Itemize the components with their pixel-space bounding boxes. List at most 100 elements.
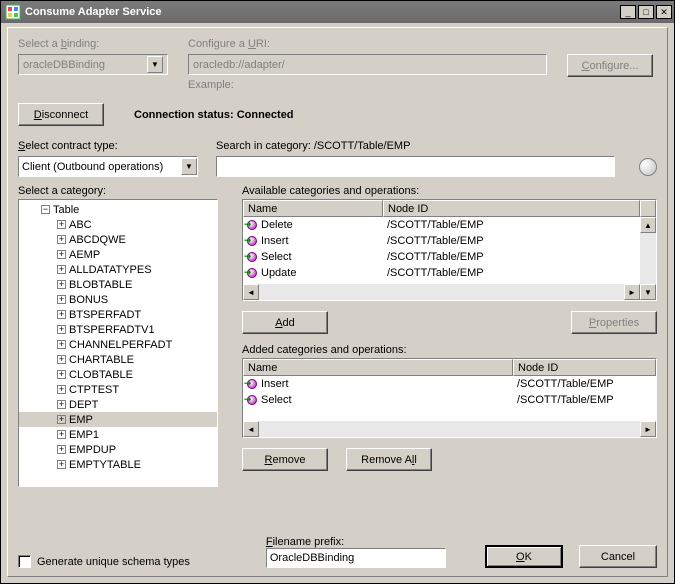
scrollbar-horizontal[interactable]: ◄► [243,421,656,437]
category-tree[interactable]: − Table +ABC +ABCDQWE +AEMP +ALLDATATYPE… [18,199,218,487]
scroll-right-icon[interactable]: ► [624,284,640,300]
select-contract-label: Select contract type: [18,140,198,152]
operation-icon [247,236,257,246]
select-category-label: Select a category: [18,185,218,197]
tree-node[interactable]: +CHARTABLE [19,352,217,367]
uri-input: oracledb://adapter/ [188,54,547,75]
column-header-nodeid[interactable]: Node ID [383,200,640,217]
expand-icon[interactable]: + [57,310,66,319]
generate-unique-checkbox[interactable] [18,555,31,568]
tree-node[interactable]: +ALLDATATYPES [19,262,217,277]
tree-node[interactable]: +CHANNELPERFADT [19,337,217,352]
uri-value: oracledb://adapter/ [193,59,285,71]
column-header-name[interactable]: Name [243,359,513,376]
chevron-down-icon: ▼ [147,56,163,73]
scroll-down-icon[interactable]: ▼ [640,284,656,300]
disconnect-button[interactable]: Disconnect [18,103,104,126]
search-go-button[interactable] [639,158,657,176]
filename-prefix-input[interactable]: OracleDBBinding [266,548,446,568]
tree-node[interactable]: +EMP1 [19,427,217,442]
contract-select[interactable]: Client (Outbound operations) ▼ [18,156,198,177]
tree-node-root[interactable]: − Table [19,202,217,217]
expand-icon[interactable]: + [57,430,66,439]
chevron-down-icon[interactable]: ▼ [181,158,197,175]
tree-node[interactable]: +EMPTYTABLE [19,457,217,472]
added-ops-label: Added categories and operations: [242,344,657,356]
tree-node[interactable]: +EMPDUP [19,442,217,457]
remove-button[interactable]: Remove [242,448,328,471]
list-item[interactable]: Select/SCOTT/Table/EMP [243,249,656,265]
tree-node[interactable]: +ABC [19,217,217,232]
available-ops-label: Available categories and operations: [242,185,657,197]
close-button[interactable]: ✕ [656,5,672,19]
add-button[interactable]: Add [242,311,328,334]
example-label: Example: [188,79,547,91]
available-listview[interactable]: Name Node ID Delete/SCOTT/Table/EMP Inse… [242,199,657,301]
splitter[interactable] [228,185,232,487]
ok-button[interactable]: OK [485,545,563,568]
tree-node[interactable]: +BTSPERFADT [19,307,217,322]
tree-node[interactable]: +BONUS [19,292,217,307]
generate-unique-label: Generate unique schema types [37,556,190,568]
column-header-name[interactable]: Name [243,200,383,217]
binding-select: oracleDBBinding ▼ [18,54,168,75]
expand-icon[interactable]: + [57,460,66,469]
tree-node[interactable]: +BTSPERFADTV1 [19,322,217,337]
tree-node[interactable]: +DEPT [19,397,217,412]
scrollbar-horizontal[interactable]: ◄► [243,284,640,300]
list-item[interactable]: Delete/SCOTT/Table/EMP [243,217,656,233]
expand-icon[interactable]: + [57,385,66,394]
titlebar-title: Consume Adapter Service [25,6,618,18]
list-item[interactable]: Insert/SCOTT/Table/EMP [243,233,656,249]
remove-all-button[interactable]: Remove All [346,448,432,471]
expand-icon[interactable]: + [57,220,66,229]
tree-node[interactable]: +CTPTEST [19,382,217,397]
scroll-right-icon[interactable]: ► [640,421,656,437]
minimize-button[interactable]: _ [620,5,636,19]
tree-node[interactable]: +ABCDQWE [19,232,217,247]
expand-icon[interactable]: + [57,235,66,244]
dialog-content: Select a binding: oracleDBBinding ▼ Conf… [7,27,668,577]
expand-icon[interactable]: + [57,445,66,454]
titlebar: Consume Adapter Service _ □ ✕ [1,1,674,23]
filename-prefix-label: Filename prefix: [266,536,344,548]
expand-icon[interactable]: + [57,340,66,349]
contract-value: Client (Outbound operations) [22,161,163,173]
expand-icon[interactable]: + [57,355,66,364]
added-listview[interactable]: Name Node ID Insert/SCOTT/Table/EMP Sele… [242,358,657,438]
properties-button: Properties [571,311,657,334]
operation-icon [247,395,257,405]
scroll-left-icon[interactable]: ◄ [243,284,259,300]
expand-icon[interactable]: + [57,280,66,289]
tree-node[interactable]: +AEMP [19,247,217,262]
maximize-button[interactable]: □ [638,5,654,19]
expand-icon[interactable]: + [57,250,66,259]
binding-value: oracleDBBinding [23,59,105,71]
expand-icon[interactable]: + [57,400,66,409]
expand-icon[interactable]: + [57,325,66,334]
column-header-spacer [640,200,656,217]
app-icon [5,4,21,20]
list-item[interactable]: Select/SCOTT/Table/EMP [243,392,656,408]
expand-icon[interactable]: + [57,415,66,424]
tree-label: Table [53,204,79,216]
expand-icon[interactable]: + [57,295,66,304]
scroll-left-icon[interactable]: ◄ [243,421,259,437]
expand-icon[interactable]: + [57,370,66,379]
scrollbar-vertical[interactable]: ▲▼ [640,217,656,300]
configure-button: Configure... [567,54,653,77]
tree-node[interactable]: +CLOBTABLE [19,367,217,382]
list-item[interactable]: Insert/SCOTT/Table/EMP [243,376,656,392]
expand-icon[interactable]: + [57,265,66,274]
scroll-up-icon[interactable]: ▲ [640,217,656,233]
connection-status: Connection status: Connected [134,109,294,121]
cancel-button[interactable]: Cancel [579,545,657,568]
collapse-icon[interactable]: − [41,205,50,214]
search-input[interactable] [216,156,615,177]
column-header-nodeid[interactable]: Node ID [513,359,656,376]
operation-icon [247,252,257,262]
list-item[interactable]: Update/SCOTT/Table/EMP [243,265,656,281]
tree-node[interactable]: +BLOBTABLE [19,277,217,292]
tree-node-selected[interactable]: +EMP [19,412,217,427]
connection-status-label: Connection status: [134,109,234,121]
